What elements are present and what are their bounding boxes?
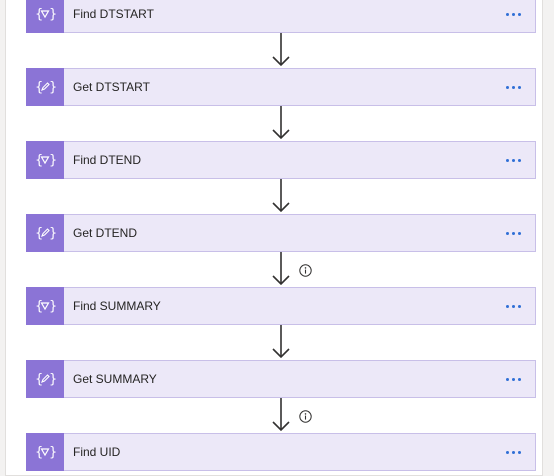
svg-text:}: } [49,299,56,314]
svg-text:{: { [35,226,43,241]
connector-arrow [270,324,292,360]
step-title: Find DTEND [73,153,142,167]
svg-text:}: } [49,153,56,168]
find-variable-icon: {} [26,286,64,325]
step-title: Get DTSTART [73,80,150,94]
find-variable-icon: {} [26,432,64,471]
svg-text:{: { [35,299,43,314]
step-find-dtstart[interactable]: {} Find DTSTART [26,0,536,33]
more-options-button[interactable] [495,0,531,29]
svg-text:{: { [35,153,43,168]
find-variable-icon: {} [26,0,64,33]
svg-text:{: { [35,80,43,95]
svg-text:}: } [49,372,56,387]
connector-arrow [270,397,292,433]
svg-text:}: } [49,445,56,460]
step-title: Find DTSTART [73,7,154,21]
step-title: Get DTEND [73,226,138,240]
more-options-button[interactable] [495,364,531,394]
flow-canvas: {} Find DTSTART {} Get DTSTART {} Find D… [5,0,543,476]
more-options-button[interactable] [495,437,531,467]
svg-text:}: } [49,80,56,95]
connector-arrow [270,32,292,68]
step-find-summary[interactable]: {} Find SUMMARY [26,286,536,325]
more-options-button[interactable] [495,218,531,248]
more-options-button[interactable] [495,72,531,102]
step-get-summary[interactable]: {} Get SUMMARY [26,359,536,398]
step-get-dtstart[interactable]: {} Get DTSTART [26,67,536,106]
step-get-dtend[interactable]: {} Get DTEND [26,213,536,252]
edit-variable-icon: {} [26,213,64,252]
connector-arrow [270,251,292,287]
step-title: Find UID [73,445,121,459]
svg-text:{: { [35,445,43,460]
svg-text:{: { [35,372,43,387]
svg-text:}: } [49,226,56,241]
svg-text:}: } [49,7,56,22]
step-find-dtend[interactable]: {} Find DTEND [26,140,536,179]
svg-text:{: { [35,7,43,22]
connector-arrow [270,105,292,141]
more-options-button[interactable] [495,291,531,321]
step-title: Find SUMMARY [73,299,161,313]
edit-variable-icon: {} [26,67,64,106]
step-find-uid[interactable]: {} Find UID [26,432,536,471]
info-icon[interactable] [299,264,312,277]
step-title: Get SUMMARY [73,372,157,386]
edit-variable-icon: {} [26,359,64,398]
more-options-button[interactable] [495,145,531,175]
info-icon[interactable] [299,410,312,423]
find-variable-icon: {} [26,140,64,179]
connector-arrow [270,178,292,214]
